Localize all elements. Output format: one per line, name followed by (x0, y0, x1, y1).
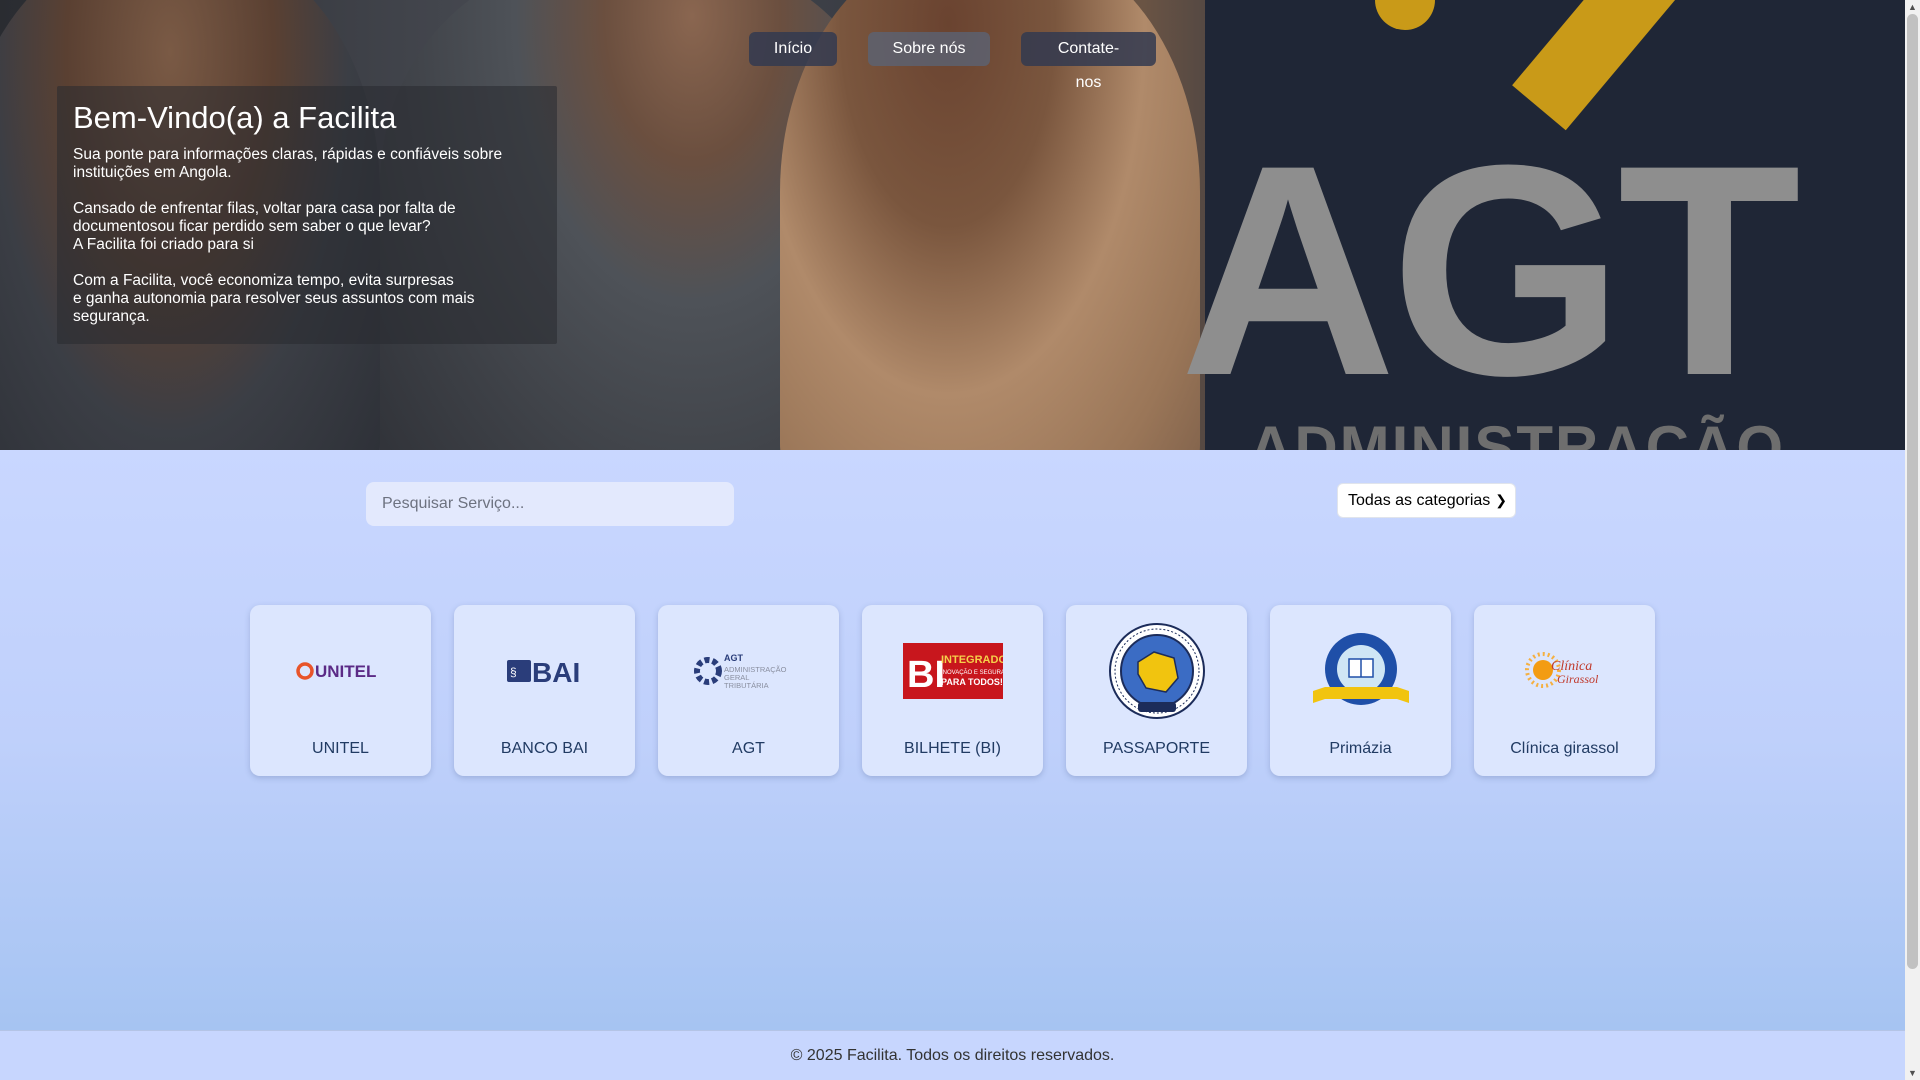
hero-agt-background: AGT ADMINISTRAÇÃO (1180, 0, 1905, 451)
footer: © 2025 Facilita. Todos os direitos reser… (0, 1030, 1905, 1080)
svg-text:INOVAÇÃO E SEGURANÇA: INOVAÇÃO E SEGURANÇA (941, 669, 1003, 676)
hero-banner: AGT ADMINISTRAÇÃO Início Sobre nós Conta… (0, 0, 1905, 450)
nav-contact-button[interactable]: Contate-nos (1021, 32, 1156, 91)
welcome-panel: Bem-Vindo(a) a Facilita Sua ponte para i… (57, 86, 557, 344)
welcome-paragraph-2: Cansado de enfrentar filas, voltar para … (73, 200, 456, 253)
service-card-label: AGT (732, 740, 765, 757)
search-input[interactable] (366, 482, 734, 526)
svg-text:UNITEL: UNITEL (315, 662, 376, 681)
primazia-logo-icon (1270, 623, 1451, 718)
svg-text:TRIBUTÁRIA: TRIBUTÁRIA (724, 681, 769, 690)
welcome-paragraph-3: Com a Facilita, você economiza tempo, ev… (73, 272, 475, 325)
vertical-scrollbar[interactable]: ▲ ▼ (1905, 0, 1920, 1080)
service-card-passport[interactable]: PASSAPORTE (1066, 605, 1247, 776)
service-card-girassol[interactable]: Clínica Girassol Clínica girassol (1474, 605, 1655, 776)
services-section: Todas as categorias ❯ UNITEL UNITEL § BA… (0, 450, 1905, 1030)
service-card-label: BANCO BAI (500, 740, 589, 757)
scrollbar-thumb[interactable] (1907, 14, 1918, 969)
nav-about-button[interactable]: Sobre nós (868, 32, 990, 66)
chevron-down-icon: ❯ (1495, 492, 1507, 508)
passport-seal-icon (1066, 622, 1247, 719)
svg-text:INTEGRADO: INTEGRADO (941, 654, 1003, 666)
category-select[interactable]: Todas as categorias ❯ (1337, 483, 1516, 518)
category-select-value: Todas as categorias (1348, 492, 1491, 509)
top-nav: Início Sobre nós Contate-nos (0, 32, 1905, 91)
welcome-paragraph-1: Sua ponte para informações claras, rápid… (73, 146, 503, 181)
svg-text:§: § (510, 665, 517, 679)
svg-text:BAI: BAI (532, 657, 580, 688)
service-card-unitel[interactable]: UNITEL UNITEL (250, 605, 431, 776)
service-card-bi[interactable]: BI INTEGRADO INOVAÇÃO E SEGURANÇA PARA T… (862, 605, 1043, 776)
svg-text:PARA TODOS!: PARA TODOS! (941, 677, 1003, 687)
hero-person-right (780, 0, 1200, 450)
service-card-label: PASSAPORTE (1103, 740, 1210, 757)
scroll-down-icon[interactable]: ▼ (1905, 1066, 1920, 1080)
agt-background-logo: AGT (1179, 102, 1801, 438)
nav-home-button[interactable]: Início (749, 32, 837, 66)
welcome-title: Bem-Vindo(a) a Facilita (73, 100, 397, 135)
service-card-agt[interactable]: AGT ADMINISTRAÇÃO GERAL TRIBUTÁRIA AGT (658, 605, 839, 776)
svg-text:BI: BI (907, 654, 945, 696)
footer-copyright: © 2025 Facilita. Todos os direitos reser… (790, 1047, 1115, 1064)
agt-yellow-shape (1375, 0, 1435, 30)
scroll-up-icon[interactable]: ▲ (1905, 0, 1920, 14)
unitel-logo-icon: UNITEL (250, 623, 431, 718)
service-card-primazia[interactable]: Primázia (1270, 605, 1451, 776)
svg-text:AGT: AGT (724, 653, 744, 663)
agt-logo-icon: AGT ADMINISTRAÇÃO GERAL TRIBUTÁRIA (658, 623, 839, 718)
svg-text:Girassol: Girassol (1557, 672, 1599, 686)
service-card-bai[interactable]: § BAI BANCO BAI (454, 605, 635, 776)
service-card-label: Clínica girassol (1510, 740, 1619, 757)
girassol-logo-icon: Clínica Girassol (1474, 623, 1655, 718)
bai-logo-icon: § BAI (454, 623, 635, 718)
agt-background-subtitle: ADMINISTRAÇÃO (1249, 414, 1785, 451)
service-card-label: Primázia (1329, 740, 1392, 757)
service-card-label: UNITEL (312, 740, 369, 757)
service-card-label: BILHETE (BI) (904, 740, 1001, 757)
bi-logo-icon: BI INTEGRADO INOVAÇÃO E SEGURANÇA PARA T… (862, 623, 1043, 718)
